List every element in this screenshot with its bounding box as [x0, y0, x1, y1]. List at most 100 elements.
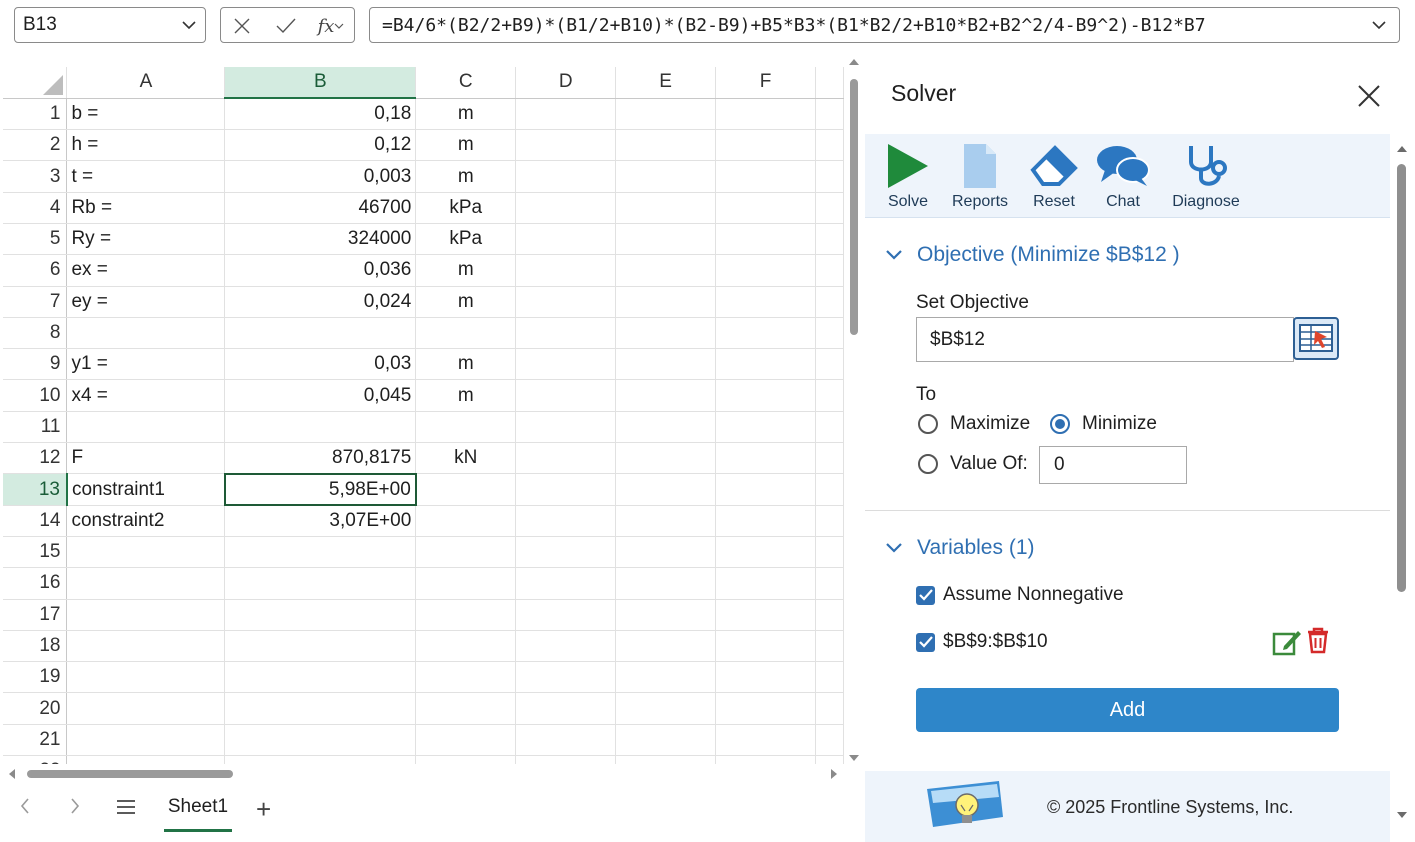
- cell-c[interactable]: m: [415, 129, 517, 162]
- cell-a[interactable]: x4 =: [66, 379, 226, 412]
- cell-g[interactable]: [815, 599, 844, 631]
- cell-g[interactable]: [815, 505, 844, 537]
- cell-d[interactable]: [515, 442, 617, 475]
- column-header-g[interactable]: [815, 67, 844, 99]
- cell-f[interactable]: [715, 661, 816, 694]
- cell-a[interactable]: [66, 317, 226, 350]
- cell-g[interactable]: [815, 98, 844, 131]
- cell-f[interactable]: [715, 755, 816, 764]
- column-header-b[interactable]: B: [224, 67, 417, 100]
- cell-f[interactable]: [715, 599, 816, 631]
- row-header[interactable]: 14: [3, 505, 68, 537]
- row-header[interactable]: 3: [3, 160, 68, 193]
- cell-a[interactable]: Ry =: [66, 223, 226, 256]
- cell-c[interactable]: [415, 692, 517, 725]
- column-header-e[interactable]: E: [615, 67, 717, 99]
- solve-button[interactable]: Solve: [885, 142, 931, 211]
- objective-cell-input[interactable]: $B$12: [916, 317, 1294, 362]
- cell-f[interactable]: [715, 379, 816, 412]
- all-sheets-menu-icon[interactable]: [116, 798, 136, 816]
- cell-e[interactable]: [615, 567, 717, 600]
- cell-g[interactable]: [815, 473, 844, 506]
- cell-a[interactable]: [66, 536, 226, 569]
- cell-g[interactable]: [815, 160, 844, 193]
- row-header[interactable]: 9: [3, 348, 68, 381]
- range-selector-button[interactable]: [1293, 317, 1339, 360]
- cell-g[interactable]: [815, 567, 844, 600]
- cell-e[interactable]: [615, 661, 717, 694]
- cell-b[interactable]: 324000: [224, 223, 417, 256]
- add-button[interactable]: Add: [916, 688, 1339, 732]
- cancel-icon[interactable]: [229, 14, 255, 38]
- cell-b[interactable]: 0,045: [224, 379, 417, 412]
- cell-e[interactable]: [615, 442, 717, 475]
- cell-g[interactable]: [815, 442, 844, 475]
- cell-c[interactable]: kPa: [415, 192, 517, 224]
- cell-g[interactable]: [815, 223, 844, 256]
- cell-g[interactable]: [815, 661, 844, 694]
- edit-icon[interactable]: [1272, 628, 1302, 656]
- cell-b[interactable]: 0,036: [224, 254, 417, 287]
- cell-d[interactable]: [515, 536, 617, 569]
- cell-c[interactable]: m: [415, 286, 517, 318]
- cell-d[interactable]: [515, 317, 617, 350]
- row-header[interactable]: 22: [3, 755, 68, 764]
- row-header[interactable]: 20: [3, 692, 68, 725]
- cell-d[interactable]: [515, 630, 617, 663]
- cell-b[interactable]: 3,07E+00: [224, 505, 417, 537]
- cell-e[interactable]: [615, 286, 717, 318]
- cell-d[interactable]: [515, 379, 617, 412]
- cell-b[interactable]: [224, 755, 417, 764]
- select-all-corner[interactable]: [3, 67, 68, 99]
- cell-g[interactable]: [815, 254, 844, 287]
- column-header-f[interactable]: F: [715, 67, 816, 99]
- row-header[interactable]: 21: [3, 724, 68, 757]
- cell-e[interactable]: [615, 755, 717, 764]
- cell-d[interactable]: [515, 411, 617, 444]
- scroll-right-icon[interactable]: [829, 768, 839, 780]
- cell-f[interactable]: [715, 98, 816, 131]
- cell-e[interactable]: [615, 160, 717, 193]
- cell-d[interactable]: [515, 755, 617, 764]
- cell-c[interactable]: [415, 473, 517, 506]
- cell-a[interactable]: [66, 755, 226, 764]
- cell-f[interactable]: [715, 473, 816, 506]
- cell-f[interactable]: [715, 692, 816, 725]
- cell-f[interactable]: [715, 223, 816, 256]
- cell-d[interactable]: [515, 505, 617, 537]
- cell-c[interactable]: [415, 724, 517, 757]
- cell-e[interactable]: [615, 692, 717, 725]
- chat-button[interactable]: Chat: [1095, 142, 1151, 211]
- cell-f[interactable]: [715, 160, 816, 193]
- cell-d[interactable]: [515, 661, 617, 694]
- row-header[interactable]: 10: [3, 379, 68, 412]
- row-header[interactable]: 13: [3, 473, 68, 506]
- cell-d[interactable]: [515, 254, 617, 287]
- cell-g[interactable]: [815, 379, 844, 412]
- cell-c[interactable]: m: [415, 379, 517, 412]
- cell-a[interactable]: [66, 630, 226, 663]
- cell-a[interactable]: [66, 411, 226, 444]
- cell-c[interactable]: [415, 411, 517, 444]
- cell-g[interactable]: [815, 192, 844, 224]
- variable-range-item[interactable]: $B$9:$B$10: [916, 631, 1048, 653]
- variables-section-header[interactable]: Variables (1): [885, 536, 1035, 560]
- cell-b[interactable]: [224, 599, 417, 631]
- scrollbar-thumb[interactable]: [1397, 164, 1406, 592]
- cell-a[interactable]: ey =: [66, 286, 226, 318]
- reset-button[interactable]: Reset: [1027, 142, 1081, 211]
- cell-d[interactable]: [515, 348, 617, 381]
- column-header-a[interactable]: A: [66, 67, 226, 99]
- cell-c[interactable]: m: [415, 348, 517, 381]
- cell-a[interactable]: y1 =: [66, 348, 226, 381]
- row-header[interactable]: 18: [3, 630, 68, 663]
- cell-b[interactable]: [224, 536, 417, 569]
- cell-f[interactable]: [715, 317, 816, 350]
- row-header[interactable]: 12: [3, 442, 68, 475]
- cell-d[interactable]: [515, 567, 617, 600]
- trash-icon[interactable]: [1306, 626, 1330, 654]
- row-header[interactable]: 6: [3, 254, 68, 287]
- cell-g[interactable]: [815, 129, 844, 162]
- maximize-radio[interactable]: Maximize: [918, 413, 1030, 435]
- cell-a[interactable]: [66, 692, 226, 725]
